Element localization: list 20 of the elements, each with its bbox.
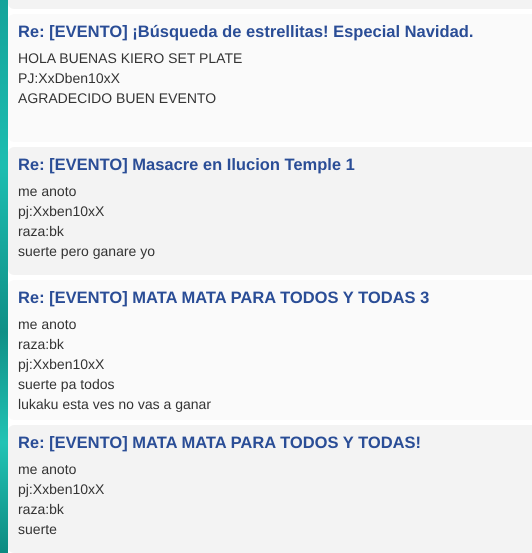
post-text-line: lukaku esta ves no vas a ganar [18, 395, 212, 414]
post-text-line: me anoto [18, 182, 78, 202]
post-text-line: me anoto [18, 315, 78, 334]
post-title[interactable]: Re: [EVENTO] MATA MATA PARA TODOS Y TODAS! [18, 433, 528, 453]
post-text-line: raza:bk [18, 335, 65, 354]
post-text-line: suerte pa todos [18, 375, 116, 394]
post-text-line: suerte [18, 520, 58, 539]
post-title[interactable]: Re: [EVENTO] MATA MATA PARA TODOS Y TODAS 3 [18, 288, 528, 308]
post-text-line: HOLA BUENAS KIERO SET PLATE [18, 49, 244, 68]
post-text-line: me anoto [18, 460, 78, 479]
post-text-line: pj:Xxben10xX [18, 480, 106, 499]
post-text-line: raza:bk [18, 222, 65, 242]
post-text-line: suerte pero ganare yo [18, 242, 156, 262]
post-text-line: raza:bk [18, 500, 65, 519]
post-text-line: PJ:XxDben10xX [18, 69, 121, 88]
post-title[interactable]: Re: [EVENTO] Masacre en Ilucion Temple 1 [18, 155, 528, 176]
post-title[interactable]: Re: [EVENTO] ¡Búsqueda de estrellitas! Especial Navidad. [18, 22, 528, 42]
post-text-line: pj:Xxben10xX [18, 355, 106, 374]
post-text-line: AGRADECIDO BUEN EVENTO [18, 89, 218, 108]
post-text-line: pj:Xxben10xX [18, 202, 106, 222]
